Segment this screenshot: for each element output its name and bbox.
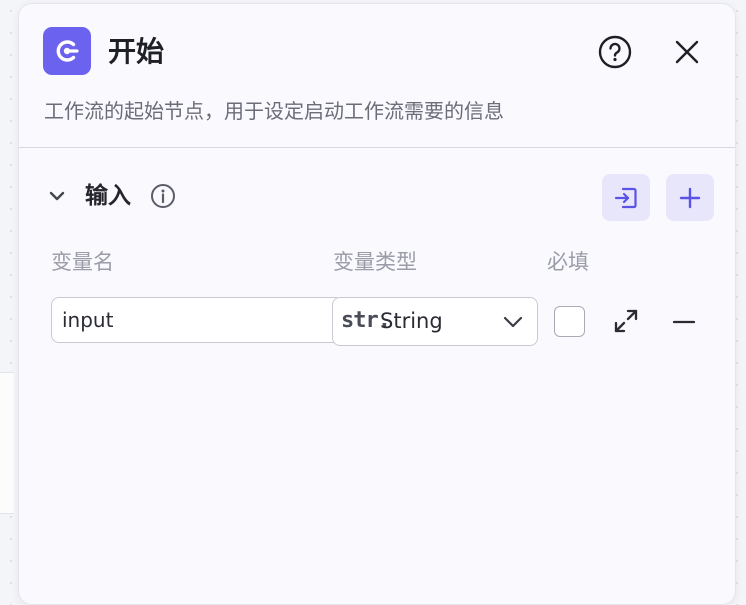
info-icon[interactable] <box>150 183 176 209</box>
canvas-node-card <box>0 372 14 514</box>
type-label: String <box>380 309 443 333</box>
input-section-title: 输入 <box>85 183 131 209</box>
add-variable-button[interactable] <box>666 174 714 221</box>
column-header-required: 必填 <box>547 250 589 274</box>
node-description: 工作流的起始节点，用于设定启动工作流需要的信息 <box>44 99 504 123</box>
column-header-type: 变量类型 <box>333 250 417 274</box>
variable-type-select[interactable]: str. String <box>332 297 538 346</box>
expand-icon <box>614 309 638 333</box>
chevron-down-icon <box>49 191 65 201</box>
help-button[interactable] <box>597 34 633 70</box>
expand-button[interactable] <box>612 307 640 335</box>
column-header-name: 变量名 <box>51 250 114 274</box>
plus-icon <box>679 187 701 208</box>
close-button[interactable] <box>669 34 705 70</box>
node-title: 开始 <box>108 35 165 68</box>
required-checkbox[interactable] <box>554 306 585 337</box>
collapse-toggle[interactable] <box>45 184 69 208</box>
help-circle-icon <box>598 35 632 69</box>
start-node-icon <box>43 27 91 75</box>
variable-name-input[interactable] <box>51 297 343 343</box>
header-divider <box>19 147 735 148</box>
chevron-down-icon <box>503 316 523 328</box>
close-icon <box>675 40 699 64</box>
import-icon <box>614 187 637 208</box>
start-node-panel: 开始 工作流的起始节点，用于设定启动工作流需要的信息 输入 变量名 变量类型 必… <box>18 3 736 605</box>
import-variables-button[interactable] <box>602 174 650 221</box>
minus-icon <box>672 320 696 324</box>
remove-variable-button[interactable] <box>670 307 698 335</box>
